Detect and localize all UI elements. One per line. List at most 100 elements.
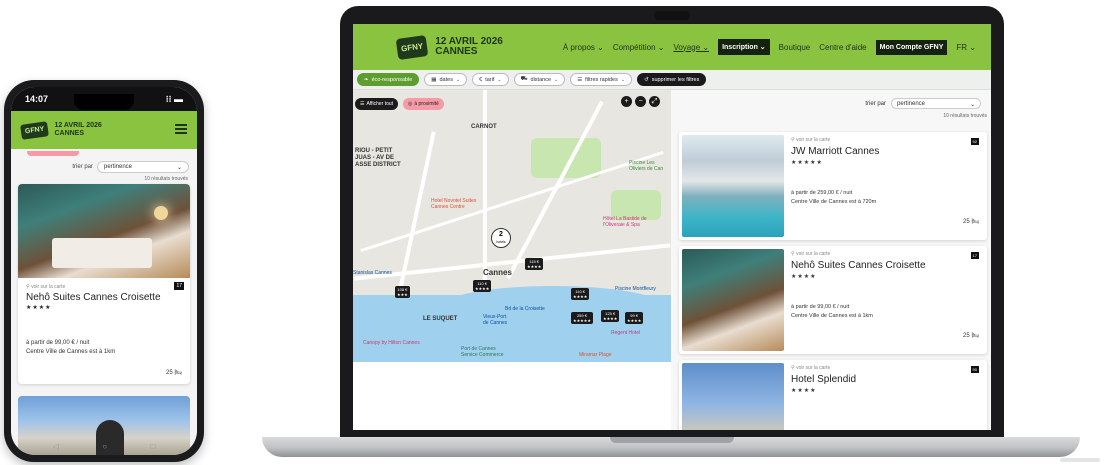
hotel-stars: ★★★★ bbox=[26, 305, 52, 311]
nav-item-shop[interactable]: Boutique bbox=[779, 43, 811, 52]
euro-icon: € bbox=[479, 76, 483, 83]
map-price-pin[interactable]: 99 € ★★★★ bbox=[625, 312, 644, 324]
rooms-count: 25 bbox=[963, 333, 970, 339]
site-event-title: 12 AVRIL 2026 CANNES bbox=[435, 37, 503, 57]
reset-icon: ↺ bbox=[644, 76, 649, 83]
map-price-pin[interactable]: 259 € ★★★★★ bbox=[571, 312, 593, 324]
filter-price[interactable]: € tarif ⌄ bbox=[472, 73, 509, 86]
hotel-card[interactable]: 92 ⚲ voir sur la carte JW Marriott Canne… bbox=[679, 132, 987, 240]
hotel-name[interactable]: Nehô Suites Cannes Croisette bbox=[791, 260, 926, 271]
hamburger-menu-icon[interactable] bbox=[175, 124, 187, 134]
nav-item-help[interactable]: Centre d'aide bbox=[819, 43, 866, 52]
map-link-label: voir sur la carte bbox=[796, 365, 831, 371]
fullscreen-button[interactable]: ⤢ bbox=[649, 96, 660, 107]
sort-label: trier par bbox=[72, 164, 93, 170]
pin-stars: ★★★ bbox=[397, 292, 408, 297]
mockup-stage: 14:07 ⁝⁝ ▬ GFNY 12 AVRIL 2026 CANNES tri… bbox=[0, 0, 1110, 465]
nearby-button[interactable]: ◎ à proximité bbox=[403, 98, 444, 110]
hotel-price: à partir de 259,00 € / nuit bbox=[791, 190, 853, 196]
filter-eco[interactable]: ❧ éco-responsable bbox=[357, 73, 420, 86]
hotel-distance: Centre Ville de Cannes est à 1km bbox=[26, 349, 116, 355]
results-count: 10 résultats trouvés bbox=[144, 176, 188, 182]
map-cluster-marker[interactable]: 2 hotels bbox=[491, 228, 511, 248]
map-label-novotel: Hotel Novotel Suites Cannes Centre bbox=[431, 198, 477, 210]
event-date: 12 AVRIL 2026 bbox=[54, 122, 102, 129]
sort-label: trier par bbox=[865, 100, 886, 107]
sort-select[interactable]: pertinence ⌄ bbox=[891, 98, 981, 109]
bed-graphic bbox=[52, 238, 152, 268]
nav-item-competition[interactable]: Compétition ⌄ bbox=[613, 43, 665, 52]
pin-stars: ★★★★ bbox=[573, 294, 588, 299]
hotel-card[interactable]: 17 ⚲ voir sur la carte Nehô Suites Canne… bbox=[18, 184, 190, 384]
nav-item-travel[interactable]: Voyage ⌄ bbox=[673, 43, 709, 52]
hotel-name[interactable]: JW Marriott Cannes bbox=[791, 146, 879, 157]
hotel-name[interactable]: Hotel Splendid bbox=[791, 374, 856, 385]
map-label-stanislas: Stanislas Cannes bbox=[353, 270, 392, 276]
show-all-button[interactable]: ☰ Afficher tout bbox=[355, 98, 399, 110]
sort-select[interactable]: pertinence ⌄ bbox=[97, 161, 189, 173]
hotel-photo[interactable] bbox=[682, 249, 784, 351]
account-button[interactable]: Mon Compte GFNY bbox=[875, 39, 948, 55]
map-link[interactable]: ⚲ voir sur la carte bbox=[791, 365, 830, 371]
zoom-out-button[interactable]: − bbox=[635, 96, 646, 107]
filter-distance[interactable]: ⛟ distance ⌄ bbox=[513, 73, 566, 86]
clear-filters-label: supprimer les filtres bbox=[651, 76, 700, 83]
laptop-foot bbox=[1060, 458, 1100, 462]
gfny-logo[interactable]: GFNY bbox=[20, 120, 50, 140]
hotel-map[interactable]: ☰ Afficher tout ◎ à proximité + − ⤢ CARNOT… bbox=[353, 90, 671, 362]
phone-screen: 14:07 ⁝⁝ ▬ GFNY 12 AVRIL 2026 CANNES tri… bbox=[11, 87, 197, 455]
hotel-score-badge: 17 bbox=[970, 252, 979, 259]
hotel-card[interactable]: 90 ⚲ voir sur la carte Hotel Splendid ★★… bbox=[679, 360, 987, 430]
back-icon[interactable]: ◁ bbox=[53, 442, 59, 451]
map-label-cannes: Cannes bbox=[483, 268, 512, 277]
language-select[interactable]: FR ⌄ bbox=[956, 43, 976, 52]
map-price-pin[interactable]: 115 € ★★★★ bbox=[525, 258, 544, 270]
clear-filters-button[interactable]: ↺ supprimer les filtres bbox=[637, 73, 707, 86]
map-link[interactable]: ⚲ voir sur la carte bbox=[791, 137, 830, 143]
hotel-card[interactable]: 17 ⚲ voir sur la carte Nehô Suites Canne… bbox=[679, 246, 987, 354]
home-icon[interactable]: ○ bbox=[102, 442, 107, 451]
map-price-pin[interactable]: 110 € ★★★★ bbox=[473, 280, 492, 292]
nav-item-about[interactable]: À propos ⌄ bbox=[563, 43, 604, 52]
phone-notch bbox=[74, 94, 134, 110]
calendar-icon: ▦ bbox=[431, 76, 437, 83]
map-link[interactable]: ⚲ voir sur la carte bbox=[791, 251, 830, 257]
results-panel: trier par pertinence ⌄ 10 résultats trou… bbox=[671, 90, 991, 430]
recents-icon[interactable]: □ bbox=[150, 442, 155, 451]
hotel-rooms: 25 🛏 bbox=[963, 332, 979, 339]
map-price-pin[interactable]: 108 € ★★★ bbox=[395, 286, 410, 298]
lamp-graphic bbox=[154, 206, 168, 220]
hotel-stars: ★★★★★ bbox=[791, 160, 823, 166]
hotel-name[interactable]: Nehô Suites Cannes Croisette bbox=[18, 290, 190, 303]
map-price-pin[interactable]: 125 € ★★★★ bbox=[601, 310, 620, 322]
map-link-label: voir sur la carte bbox=[796, 137, 831, 143]
chevron-down-icon: ⌄ bbox=[455, 76, 461, 83]
hotel-photo[interactable] bbox=[682, 363, 784, 430]
laptop-opening-notch bbox=[610, 437, 734, 443]
phone-time: 14:07 bbox=[25, 94, 49, 104]
car-icon: ⛟ bbox=[520, 76, 528, 82]
map-link[interactable]: ⚲ voir sur la carte bbox=[18, 278, 190, 290]
nearby-chip-fragment[interactable] bbox=[27, 151, 79, 156]
list-icon: ☰ bbox=[360, 101, 365, 107]
gfny-logo[interactable]: GFNY bbox=[395, 34, 429, 60]
cluster-count: 2 bbox=[499, 231, 503, 238]
filter-dates[interactable]: ▦ dates ⌄ bbox=[424, 73, 468, 86]
show-all-label: Afficher tout bbox=[366, 101, 394, 107]
hotel-score-badge: 17 bbox=[174, 282, 184, 290]
filter-quick[interactable]: ☰ filtres rapides ⌄ bbox=[570, 73, 633, 86]
nav-register-button[interactable]: Inscription ⌄ bbox=[718, 39, 770, 55]
hotel-rooms: 25 🛏 bbox=[166, 369, 182, 376]
bed-icon: 🛏 bbox=[174, 370, 182, 376]
map-label-suquet: LE SUQUET bbox=[423, 316, 458, 322]
hotel-price: à partir de 99,00 € / nuit bbox=[26, 340, 90, 346]
event-city: CANNES bbox=[435, 46, 478, 57]
hotel-photo[interactable] bbox=[18, 184, 190, 278]
rooms-count: 25 bbox=[166, 370, 173, 376]
hotel-photo[interactable] bbox=[682, 135, 784, 237]
zoom-in-button[interactable]: + bbox=[621, 96, 632, 107]
map-price-pin[interactable]: 110 € ★★★★ bbox=[571, 288, 590, 300]
site-header: GFNY 12 AVRIL 2026 CANNES À propos ⌄ Com… bbox=[353, 24, 991, 70]
map-label-croisette: Bd de la Croisette bbox=[505, 306, 545, 312]
map-label-riou: RIOU - PETIT JUAS - AV DE ASSE DISTRICT bbox=[355, 148, 401, 168]
